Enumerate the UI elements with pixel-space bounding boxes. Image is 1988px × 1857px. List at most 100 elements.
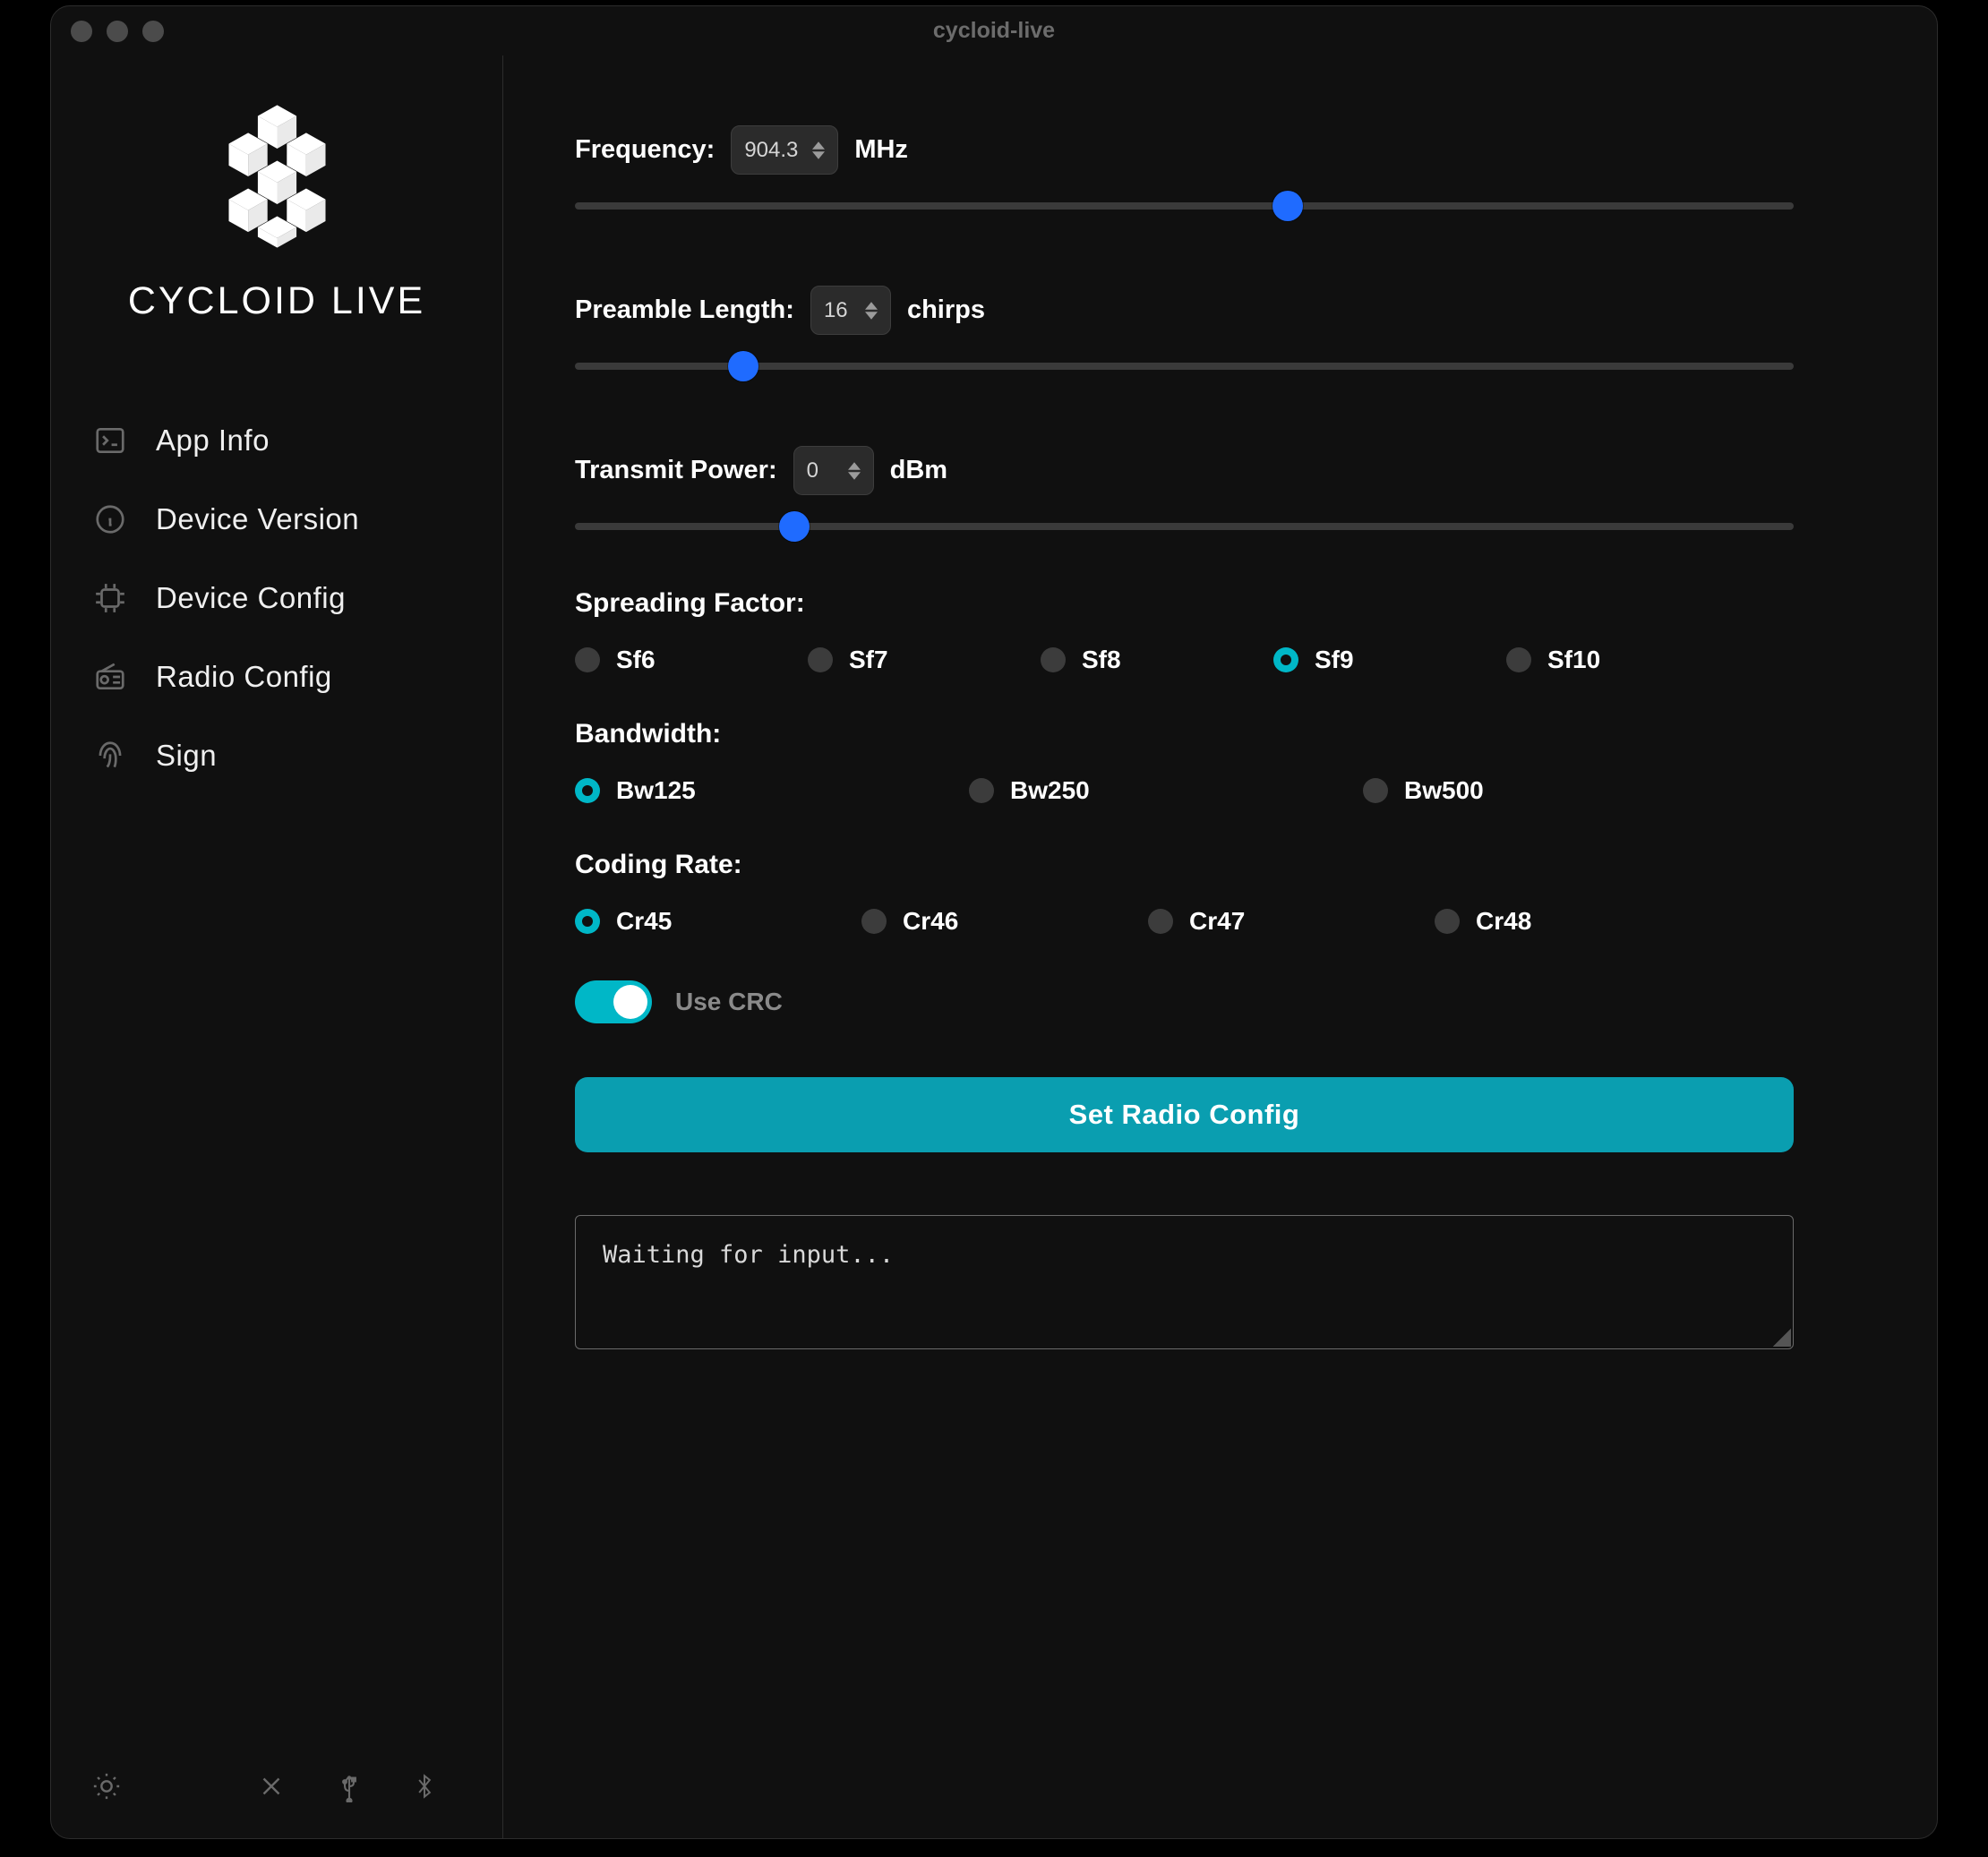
preamble-row: Preamble Length: 16 chirps — [575, 286, 1794, 335]
app-window: cycloid-live — [50, 5, 1938, 1839]
bw-option-bw250[interactable]: Bw250 — [969, 776, 1363, 805]
radio-dot-icon — [1506, 647, 1531, 672]
bandwidth-group: Bw125 Bw250 Bw500 — [575, 776, 1794, 805]
frequency-unit: MHz — [854, 135, 908, 165]
bw-option-bw500[interactable]: Bw500 — [1363, 776, 1757, 805]
radio-label: Sf7 — [849, 646, 888, 674]
radio-label: Bw250 — [1010, 776, 1090, 805]
radio-dot-icon — [575, 778, 600, 803]
sidebar-item-device-config[interactable]: Device Config — [91, 579, 462, 617]
radio-dot-icon — [575, 909, 600, 934]
frequency-value: 904.3 — [744, 138, 803, 163]
bluetooth-icon[interactable] — [412, 1770, 437, 1802]
crc-row: Use CRC — [575, 980, 1794, 1023]
sf-option-sf10[interactable]: Sf10 — [1506, 646, 1739, 674]
radio-icon — [91, 658, 129, 696]
spreading-factor-label: Spreading Factor: — [575, 588, 1794, 619]
preamble-label: Preamble Length: — [575, 295, 794, 325]
radio-label: Cr47 — [1189, 907, 1245, 936]
traffic-lights[interactable] — [71, 21, 164, 42]
sidebar-item-label: Device Config — [156, 581, 346, 615]
sidebar-item-radio-config[interactable]: Radio Config — [91, 658, 462, 696]
frequency-slider[interactable] — [575, 198, 1794, 214]
console-text: Waiting for input... — [603, 1241, 894, 1269]
radio-label: Sf10 — [1547, 646, 1600, 674]
resize-handle-icon[interactable] — [1773, 1329, 1791, 1347]
sidebar-item-label: Radio Config — [156, 660, 332, 694]
sidebar-item-app-info[interactable]: App Info — [91, 422, 462, 459]
radio-label: Bw500 — [1404, 776, 1484, 805]
usb-icon[interactable] — [336, 1770, 363, 1802]
chip-icon — [91, 579, 129, 617]
brightness-icon[interactable] — [91, 1771, 122, 1801]
set-radio-config-button[interactable]: Set Radio Config — [575, 1077, 1794, 1152]
zoom-window-dot[interactable] — [142, 21, 164, 42]
coding-rate-label: Coding Rate: — [575, 850, 1794, 880]
cr-option-cr48[interactable]: Cr48 — [1435, 907, 1721, 936]
cr-option-cr46[interactable]: Cr46 — [861, 907, 1148, 936]
txpower-slider[interactable] — [575, 518, 1794, 535]
radio-label: Sf9 — [1315, 646, 1354, 674]
cr-option-cr47[interactable]: Cr47 — [1148, 907, 1435, 936]
sidebar-footer — [51, 1770, 502, 1838]
brand: CYCLOID LIVE — [51, 105, 502, 323]
console-output[interactable]: Waiting for input... — [575, 1215, 1794, 1349]
sidebar-item-sign[interactable]: Sign — [91, 737, 462, 774]
slider-thumb[interactable] — [779, 511, 810, 542]
crc-toggle[interactable] — [575, 980, 652, 1023]
frequency-stepper[interactable]: 904.3 — [731, 125, 838, 175]
window-title: cycloid-live — [51, 18, 1937, 44]
crc-label: Use CRC — [675, 988, 783, 1016]
preamble-unit: chirps — [907, 295, 985, 325]
fingerprint-icon — [91, 737, 129, 774]
sidebar: CYCLOID LIVE App Info Device Version — [51, 56, 503, 1838]
radio-dot-icon — [969, 778, 994, 803]
stepper-arrows-icon[interactable] — [865, 302, 878, 320]
preamble-value: 16 — [824, 298, 856, 323]
sidebar-item-device-version[interactable]: Device Version — [91, 501, 462, 538]
spreading-factor-group: Sf6 Sf7 Sf8 Sf9 Sf10 — [575, 646, 1794, 674]
slider-thumb[interactable] — [1272, 191, 1303, 221]
radio-dot-icon — [861, 909, 887, 934]
cr-option-cr45[interactable]: Cr45 — [575, 907, 861, 936]
radio-dot-icon — [1041, 647, 1066, 672]
txpower-stepper[interactable]: 0 — [793, 446, 874, 495]
sidebar-item-label: App Info — [156, 424, 270, 458]
txpower-unit: dBm — [890, 456, 947, 485]
tools-icon[interactable] — [256, 1771, 287, 1801]
radio-dot-icon — [1148, 909, 1173, 934]
slider-thumb[interactable] — [728, 351, 758, 381]
sf-option-sf7[interactable]: Sf7 — [808, 646, 1041, 674]
terminal-icon — [91, 422, 129, 459]
stepper-arrows-icon[interactable] — [848, 462, 861, 480]
main-content: Frequency: 904.3 MHz P — [503, 56, 1937, 1838]
stepper-arrows-icon[interactable] — [812, 141, 825, 159]
bandwidth-label: Bandwidth: — [575, 719, 1794, 749]
radio-dot-icon — [808, 647, 833, 672]
brand-logo-icon — [217, 105, 338, 248]
frequency-row: Frequency: 904.3 MHz — [575, 125, 1794, 175]
sidebar-item-label: Sign — [156, 739, 217, 773]
preamble-stepper[interactable]: 16 — [810, 286, 891, 335]
close-window-dot[interactable] — [71, 21, 92, 42]
bw-option-bw125[interactable]: Bw125 — [575, 776, 969, 805]
sidebar-item-label: Device Version — [156, 502, 359, 536]
sf-option-sf8[interactable]: Sf8 — [1041, 646, 1273, 674]
minimize-window-dot[interactable] — [107, 21, 128, 42]
txpower-value: 0 — [807, 458, 839, 484]
coding-rate-group: Cr45 Cr46 Cr47 Cr48 — [575, 907, 1794, 936]
radio-dot-icon — [1273, 647, 1298, 672]
preamble-slider[interactable] — [575, 358, 1794, 374]
slider-track — [575, 202, 1794, 210]
titlebar: cycloid-live — [51, 6, 1937, 56]
radio-dot-icon — [1435, 909, 1460, 934]
radio-label: Cr46 — [903, 907, 958, 936]
frequency-label: Frequency: — [575, 135, 715, 165]
sf-option-sf6[interactable]: Sf6 — [575, 646, 808, 674]
slider-track — [575, 523, 1794, 530]
radio-dot-icon — [1363, 778, 1388, 803]
radio-dot-icon — [575, 647, 600, 672]
radio-label: Sf8 — [1082, 646, 1121, 674]
sf-option-sf9[interactable]: Sf9 — [1273, 646, 1506, 674]
brand-title: CYCLOID LIVE — [51, 279, 502, 323]
